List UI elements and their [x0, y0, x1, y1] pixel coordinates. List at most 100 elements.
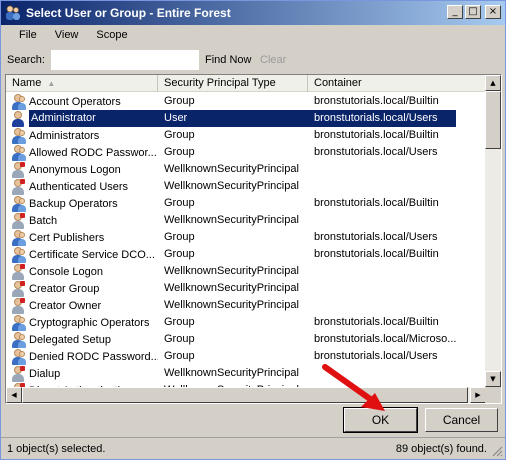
- vertical-scroll-thumb[interactable]: [485, 91, 501, 149]
- container-cell: bronstutorials.local/Builtin: [314, 316, 439, 328]
- name-cell: Backup Operators: [6, 195, 158, 212]
- title-bar[interactable]: Select User or Group - Entire Forest _ □…: [1, 1, 505, 25]
- search-label: Search:: [7, 54, 45, 66]
- minimize-button[interactable]: _: [447, 5, 463, 19]
- list-item[interactable]: Cert Publishers Group bronstutorials.local…: [6, 229, 486, 246]
- container-cell: [308, 263, 456, 280]
- wellknown-icon: [10, 178, 26, 195]
- type-cell: Group: [164, 350, 195, 362]
- container-cell: [308, 280, 456, 297]
- list-item[interactable]: Batch WellknownSecurityPrincipal: [6, 212, 486, 229]
- container-cell: bronstutorials.local/Builtin: [314, 248, 439, 260]
- name-text: Cryptographic Operators: [29, 316, 150, 329]
- name-cell: Administrator: [6, 110, 158, 127]
- search-input[interactable]: [51, 50, 199, 70]
- name-cell: Creator Group: [6, 280, 158, 297]
- name-text: Authenticated Users: [29, 180, 129, 193]
- horizontal-scrollbar[interactable]: ◀ ▶: [6, 387, 486, 403]
- list-item[interactable]: Creator Owner WellknownSecurityPrincipal: [6, 297, 486, 314]
- container-cell: [308, 178, 456, 195]
- scroll-up-icon[interactable]: ▲: [485, 75, 501, 91]
- find-now-link[interactable]: Find Now: [205, 54, 251, 66]
- scroll-right-icon[interactable]: ▶: [470, 387, 486, 403]
- name-cell: Administrators: [6, 127, 158, 144]
- group-icon: [10, 93, 26, 110]
- name-text: Administrators: [29, 129, 100, 142]
- name-text: Delegated Setup: [29, 333, 111, 346]
- type-cell: Group: [164, 197, 195, 209]
- list-item[interactable]: Creator Group WellknownSecurityPrincipal: [6, 280, 486, 297]
- maximize-button[interactable]: □: [465, 5, 481, 19]
- name-cell: Allowed RODC Passwor...: [6, 144, 158, 161]
- container-cell: bronstutorials.local/Microso...: [314, 333, 456, 345]
- results-list[interactable]: Name ▲ Security Principal Type Container …: [5, 74, 502, 404]
- container-cell: bronstutorials.local/Builtin: [314, 197, 439, 209]
- name-text: Account Operators: [29, 95, 121, 108]
- name-text: Certificate Service DCO...: [29, 248, 155, 261]
- name-text: Cert Publishers: [29, 231, 105, 244]
- type-cell: Group: [164, 316, 195, 328]
- name-cell: Certificate Service DCO...: [6, 246, 158, 263]
- type-cell: User: [158, 110, 308, 127]
- type-cell: Group: [164, 248, 195, 260]
- list-item[interactable]: Delegated Setup Group bronstutorials.local…: [6, 331, 486, 348]
- cancel-button[interactable]: Cancel: [425, 408, 498, 432]
- clear-link[interactable]: Clear: [260, 54, 286, 66]
- column-header-name[interactable]: Name ▲: [6, 75, 158, 92]
- list-rows: Account Operators Group bronstutorials.loc…: [6, 93, 486, 399]
- name-cell: Authenticated Users: [6, 178, 158, 195]
- type-cell: Group: [164, 146, 195, 158]
- list-item[interactable]: Administrator User bronstutorials.local/Us…: [6, 110, 486, 127]
- name-text: Console Logon: [29, 265, 104, 278]
- wellknown-icon: [10, 365, 26, 382]
- group-icon: [10, 246, 26, 263]
- vertical-scrollbar[interactable]: ▲ ▼: [485, 75, 501, 387]
- name-cell: Cert Publishers: [6, 229, 158, 246]
- type-cell: WellknownSecurityPrincipal: [164, 163, 299, 175]
- list-item[interactable]: Denied RODC Password... Group bronstutoria…: [6, 348, 486, 365]
- scroll-left-icon[interactable]: ◀: [6, 387, 22, 403]
- name-text: Creator Owner: [29, 299, 102, 312]
- status-bar: 1 object(s) selected. 89 object(s) found…: [1, 437, 505, 459]
- column-header-type[interactable]: Security Principal Type: [158, 75, 308, 92]
- container-cell: bronstutorials.local/Builtin: [314, 95, 439, 107]
- list-item[interactable]: Allowed RODC Passwor... Group bronstutoria…: [6, 144, 486, 161]
- group-icon: [10, 331, 26, 348]
- group-icon: [10, 144, 26, 161]
- list-item[interactable]: Console Logon WellknownSecurityPrincipal: [6, 263, 486, 280]
- list-item[interactable]: Cryptographic Operators Group bronstutoria…: [6, 314, 486, 331]
- container-cell: bronstutorials.local/Users: [308, 110, 456, 127]
- horizontal-scroll-thumb[interactable]: [22, 387, 468, 403]
- type-cell: Group: [164, 333, 195, 345]
- name-cell: Delegated Setup: [6, 331, 158, 348]
- ok-button[interactable]: OK: [343, 407, 418, 433]
- name-text: Anonymous Logon: [29, 163, 121, 176]
- type-cell: WellknownSecurityPrincipal: [164, 367, 299, 379]
- list-item[interactable]: Authenticated Users WellknownSecurityPrin…: [6, 178, 486, 195]
- wellknown-icon: [10, 212, 26, 229]
- list-item[interactable]: Account Operators Group bronstutorials.loc…: [6, 93, 486, 110]
- list-item[interactable]: Administrators Group bronstutorials.local/…: [6, 127, 486, 144]
- close-button[interactable]: ×: [485, 5, 501, 19]
- group-icon: [10, 314, 26, 331]
- container-cell: [308, 161, 456, 178]
- resize-grip-icon[interactable]: [491, 445, 503, 457]
- menu-scope[interactable]: Scope: [87, 26, 136, 44]
- menu-view[interactable]: View: [46, 26, 88, 44]
- user-icon: [10, 110, 26, 127]
- group-icon: [10, 348, 26, 365]
- list-item[interactable]: Backup Operators Group bronstutorials.loca…: [6, 195, 486, 212]
- type-cell: WellknownSecurityPrincipal: [164, 265, 299, 277]
- list-item[interactable]: Certificate Service DCO... Group bronstuto…: [6, 246, 486, 263]
- name-cell: Cryptographic Operators: [6, 314, 158, 331]
- list-item[interactable]: Dialup WellknownSecurityPrincipal: [6, 365, 486, 382]
- name-text: Administrator: [29, 110, 158, 127]
- search-bar: Search: Find Now Clear: [1, 49, 505, 71]
- sort-ascending-icon: ▲: [47, 79, 56, 88]
- menu-file[interactable]: File: [10, 26, 46, 44]
- name-text: Batch: [29, 214, 58, 227]
- column-header-container[interactable]: Container: [308, 75, 486, 92]
- list-item[interactable]: Anonymous Logon WellknownSecurityPrincipa…: [6, 161, 486, 178]
- name-text: Backup Operators: [29, 197, 118, 210]
- scroll-down-icon[interactable]: ▼: [485, 371, 501, 387]
